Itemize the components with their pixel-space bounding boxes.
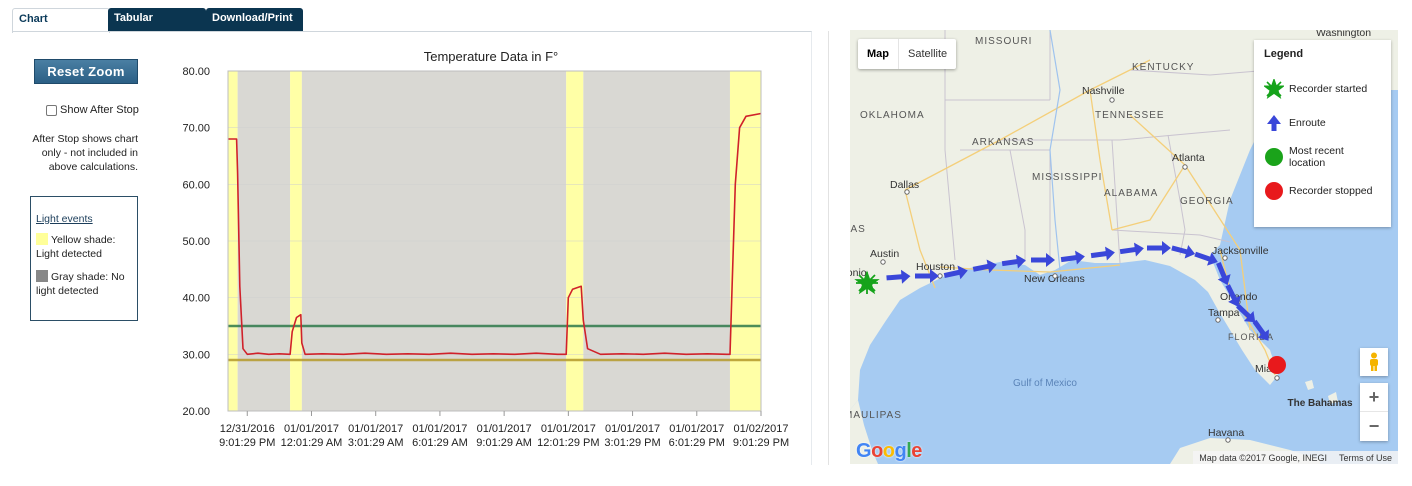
temperature-chart[interactable]: Temperature Data in F° 80.00 70.00 60.00 50… — [150, 40, 790, 460]
x-tick-time-label: 9:01:29 PM — [733, 437, 789, 449]
y-tick-label: 50.00 — [182, 236, 210, 248]
zoom-in-button[interactable]: + — [1360, 383, 1388, 412]
show-after-stop-label: Show After Stop — [60, 104, 139, 116]
x-tick-time-label: 9:01:29 AM — [476, 437, 532, 449]
map-type-map-button[interactable]: Map — [858, 39, 898, 69]
label-atlanta: Atlanta — [1172, 152, 1205, 164]
x-tick-time-label: 3:01:29 PM — [604, 437, 660, 449]
map-attribution: Map data ©2017 Google, INEGI — [1199, 453, 1327, 463]
y-tick-label: 80.00 — [182, 66, 210, 78]
x-tick-date-label: 01/01/2017 — [605, 423, 660, 435]
panel-divider — [828, 31, 829, 465]
gray-shade-label: Gray shade: No light detected — [36, 271, 125, 297]
x-tick-date-label: 01/01/2017 — [541, 423, 596, 435]
label-houston: Houston — [916, 261, 955, 273]
gray-swatch — [36, 270, 48, 282]
legend-item-most-recent: Most recent location — [1264, 140, 1381, 174]
tab-chart[interactable]: Chart — [12, 8, 110, 33]
recorder-started-marker — [854, 270, 880, 295]
light-event-yellow: Yellow shade: Light detected — [36, 233, 132, 261]
legend-item-recorder-stopped: Recorder stopped — [1264, 174, 1381, 208]
green-star-icon — [1264, 79, 1284, 99]
x-tick-time-label: 3:01:29 AM — [348, 437, 404, 449]
label-austin: Austin — [870, 248, 899, 260]
legend-label-enroute: Enroute — [1289, 117, 1326, 129]
pegman-icon — [1370, 352, 1378, 371]
label-tampa: Tampa — [1208, 307, 1240, 319]
route-map[interactable]: MISSOURI KENTUCKY TENNESSEE ARKANSAS OKL… — [850, 30, 1398, 464]
legend-label-most-recent: Most recent location — [1289, 145, 1344, 169]
label-havana: Havana — [1208, 427, 1244, 439]
x-tick-time-label: 6:01:29 AM — [412, 437, 468, 449]
y-tick-label: 70.00 — [182, 123, 210, 135]
street-view-pegman-button[interactable] — [1360, 348, 1388, 376]
label-tennessee: TENNESSEE — [1095, 110, 1165, 121]
map-type-control: Map Satellite — [858, 39, 957, 69]
light-events-title: Light events — [36, 213, 93, 225]
show-after-stop-checkbox[interactable] — [46, 104, 57, 116]
x-tick-time-label: 12:01:29 AM — [281, 437, 343, 449]
blue-arrow-icon — [1267, 115, 1281, 131]
legend-label-recorder-started: Recorder started — [1289, 83, 1368, 95]
map-legend: Legend Recorder started Enroute Most rec… — [1254, 40, 1391, 227]
x-tick-date-label: 01/01/2017 — [348, 423, 403, 435]
label-bahamas: The Bahamas — [1287, 398, 1352, 409]
label-arkansas: ARKANSAS — [972, 137, 1034, 148]
label-san-antonio: San Antonio — [850, 267, 867, 279]
light-events-box: Light events Yellow shade: Light detecte… — [30, 196, 138, 321]
label-nashville: Nashville — [1082, 85, 1125, 97]
label-georgia: GEORGIA — [1180, 196, 1234, 207]
zoom-control: + − — [1360, 383, 1388, 441]
x-tick-time-label: 12:01:29 PM — [537, 437, 599, 449]
label-missouri: MISSOURI — [975, 36, 1032, 47]
label-dallas: Dallas — [890, 179, 919, 191]
legend-label-recorder-stopped: Recorder stopped — [1289, 185, 1373, 197]
x-tick-date-label: 01/01/2017 — [669, 423, 724, 435]
y-tick-label: 30.00 — [182, 349, 210, 361]
x-tick-date-label: 12/31/2016 — [220, 423, 275, 435]
tab-download-print[interactable]: Download/Print — [206, 8, 303, 32]
yellow-swatch — [36, 233, 48, 245]
red-circle-icon — [1265, 182, 1283, 200]
google-logo: Google — [856, 440, 922, 462]
x-tick-date-label: 01/01/2017 — [284, 423, 339, 435]
zoom-out-button[interactable]: − — [1360, 412, 1388, 441]
label-texas: TEXAS — [850, 224, 866, 235]
x-tick-date-label: 01/01/2017 — [477, 423, 532, 435]
green-circle-icon — [1265, 148, 1283, 166]
label-gulf-of-mexico: Gulf of Mexico — [1013, 378, 1077, 389]
label-tamaulipas: TAMAULIPAS — [850, 410, 902, 421]
x-tick-date-label: 01/01/2017 — [412, 423, 467, 435]
map-type-satellite-button[interactable]: Satellite — [898, 39, 956, 69]
legend-item-enroute: Enroute — [1264, 106, 1381, 140]
x-tick-time-label: 6:01:29 PM — [669, 437, 725, 449]
x-tick-date-label: 01/02/2017 — [733, 423, 788, 435]
label-kentucky: KENTUCKY — [1132, 62, 1194, 73]
legend-item-recorder-started: Recorder started — [1264, 72, 1381, 106]
legend-title: Legend — [1264, 48, 1304, 60]
label-alabama: ALABAMA — [1104, 188, 1158, 199]
light-event-gray: Gray shade: No light detected — [36, 270, 132, 298]
label-oklahoma: OKLAHOMA — [860, 110, 925, 121]
x-tick-time-label: 9:01:29 PM — [219, 437, 275, 449]
map-attribution-bar: Map data ©2017 Google, INEGI Terms of Us… — [1193, 451, 1398, 464]
y-tick-label: 20.00 — [182, 406, 210, 418]
terms-of-use-link[interactable]: Terms of Use — [1339, 453, 1392, 463]
after-stop-note: After Stop shows chart only - not includ… — [32, 133, 138, 173]
show-after-stop-toggle[interactable]: Show After Stop — [46, 104, 139, 116]
chart-title: Temperature Data in F° — [424, 49, 559, 64]
reset-zoom-button[interactable]: Reset Zoom — [34, 59, 138, 84]
label-washington: Washington — [1316, 30, 1371, 39]
recorder-stopped-marker — [1268, 356, 1286, 374]
y-tick-label: 40.00 — [182, 293, 210, 305]
label-jacksonville: Jacksonville — [1212, 245, 1269, 257]
y-tick-label: 60.00 — [182, 179, 210, 191]
label-mississippi: MISSISSIPPI — [1032, 172, 1102, 183]
tab-tabular[interactable]: Tabular — [108, 8, 206, 32]
